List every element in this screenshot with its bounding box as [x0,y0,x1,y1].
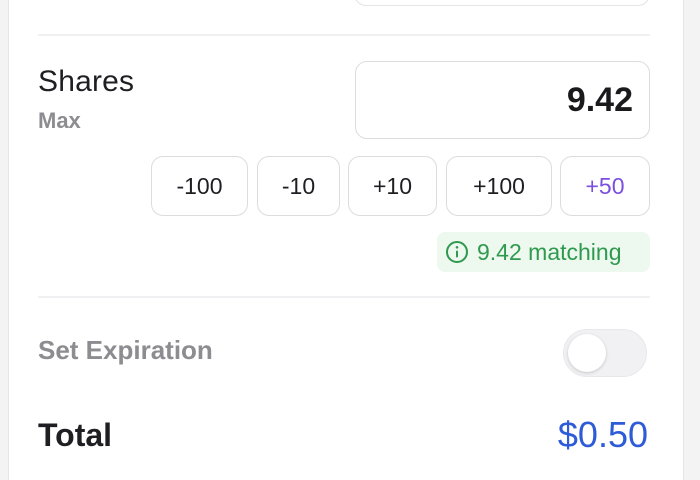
expiration-toggle[interactable] [563,329,647,377]
minus-10-button[interactable]: -10 [257,156,340,216]
matching-badge: 9.42 matching [437,232,650,272]
matching-text: 9.42 matching [477,238,622,265]
plus-100-button[interactable]: +100 [446,156,552,216]
max-link[interactable]: Max [38,108,81,134]
plus-10-button[interactable]: +10 [348,156,437,216]
shares-label: Shares [38,65,135,98]
divider [38,34,650,36]
order-panel: Shares Max -100 -10 +10 +100 +50 9.42 ma… [8,0,684,480]
shares-input[interactable] [355,61,650,139]
total-label: Total [38,417,113,453]
info-icon [446,241,468,263]
previous-input-field[interactable] [354,0,650,6]
minus-100-button[interactable]: -100 [151,156,248,216]
total-value: $0.50 [557,414,648,455]
toggle-knob [568,334,606,372]
stepper-row: -100 -10 +10 +100 +50 [9,156,683,216]
divider [38,296,650,298]
plus-50-button[interactable]: +50 [560,156,650,216]
set-expiration-label: Set Expiration [38,335,213,365]
